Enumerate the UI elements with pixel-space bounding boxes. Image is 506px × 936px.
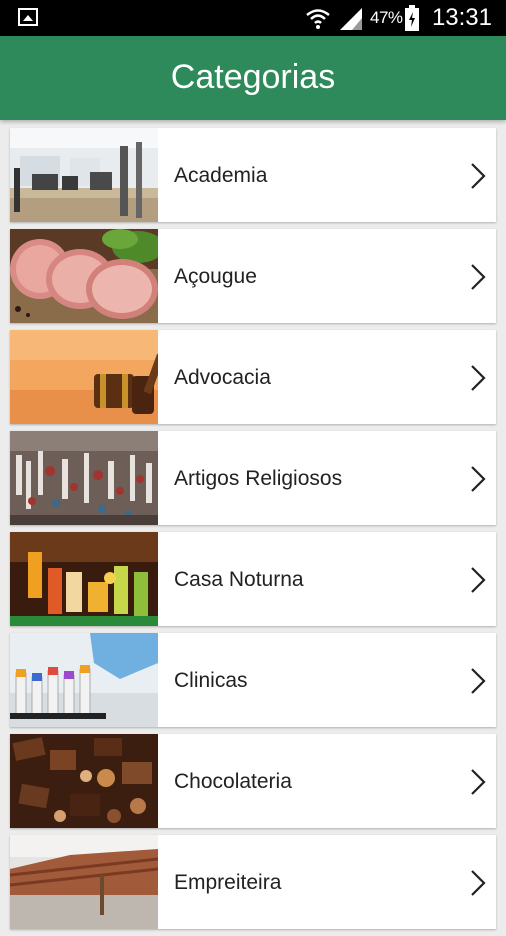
meat-photo — [10, 229, 158, 323]
gallery-notification-icon — [18, 8, 38, 26]
chevron-right-icon — [471, 365, 486, 391]
app-bar: Categorias — [0, 36, 506, 120]
category-item-artigos-religiosos[interactable]: Artigos Religiosos — [10, 431, 496, 525]
construction-photo — [10, 835, 158, 929]
religious-items-photo — [10, 431, 158, 525]
category-item-casa-noturna[interactable]: Casa Noturna — [10, 532, 496, 626]
chevron-right-icon — [471, 567, 486, 593]
nightclub-drinks-photo — [10, 532, 158, 626]
battery-icon — [405, 5, 419, 31]
category-list: Academia Açougue Advocacia Artigos Relig… — [10, 128, 496, 936]
category-item-academia[interactable]: Academia — [10, 128, 496, 222]
chevron-right-icon — [471, 264, 486, 290]
battery-percent: 47% — [370, 8, 403, 27]
clock: 13:31 — [431, 4, 492, 31]
page-title: Categorias — [170, 58, 336, 96]
category-label: Artigos Religiosos — [174, 467, 343, 490]
status-bar: 47% 13:31 — [0, 0, 506, 36]
wifi-icon — [306, 9, 330, 29]
category-item-chocolateria[interactable]: Chocolateria — [10, 734, 496, 828]
category-label: Empreiteira — [174, 871, 282, 894]
category-item-empreiteira[interactable]: Empreiteira — [10, 835, 496, 929]
chocolates-photo — [10, 734, 158, 828]
category-item-acougue[interactable]: Açougue — [10, 229, 496, 323]
chevron-right-icon — [471, 668, 486, 694]
category-label: Chocolateria — [174, 770, 292, 793]
signal-icon — [340, 8, 362, 30]
chevron-right-icon — [471, 769, 486, 795]
gavel-photo — [10, 330, 158, 424]
chevron-right-icon — [471, 163, 486, 189]
category-label: Açougue — [174, 265, 257, 288]
category-label: Casa Noturna — [174, 568, 304, 591]
category-label: Clinicas — [174, 669, 248, 692]
chevron-right-icon — [471, 870, 486, 896]
category-item-advocacia[interactable]: Advocacia — [10, 330, 496, 424]
category-label: Advocacia — [174, 366, 271, 389]
gym-photo — [10, 128, 158, 222]
category-label: Academia — [174, 164, 268, 187]
clinic-test-tubes-photo — [10, 633, 158, 727]
chevron-right-icon — [471, 466, 486, 492]
category-item-clinicas[interactable]: Clinicas — [10, 633, 496, 727]
